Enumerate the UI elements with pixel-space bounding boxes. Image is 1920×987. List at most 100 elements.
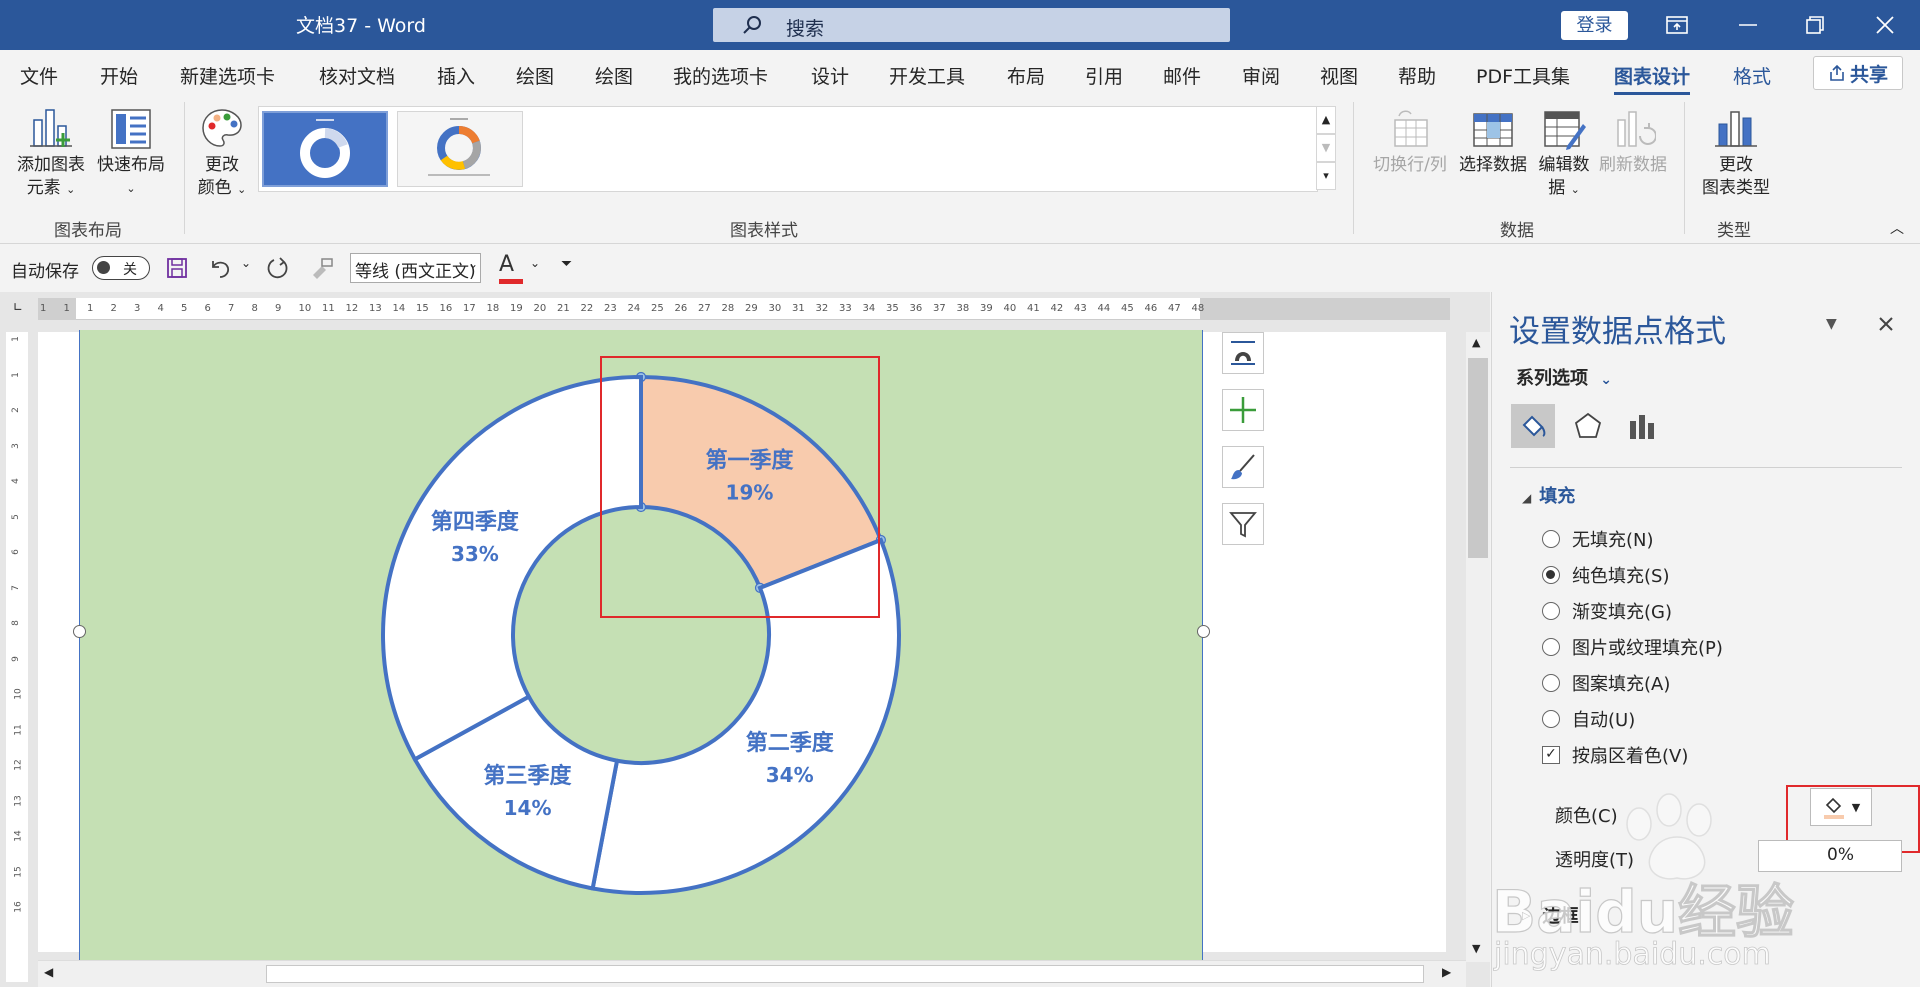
fill-option-gradient[interactable]: 渐变填充(G) bbox=[1542, 598, 1672, 624]
change-colors-button[interactable]: 更改 颜色 ⌄ bbox=[192, 106, 252, 201]
gallery-more-icon[interactable]: ▾ bbox=[1316, 162, 1336, 190]
pane-options-icon[interactable]: ▼ bbox=[1826, 316, 1837, 332]
fill-option-picture[interactable]: 图片或纹理填充(P) bbox=[1542, 634, 1723, 660]
radio-button[interactable] bbox=[1542, 530, 1560, 548]
change-chart-type-button[interactable]: 更改 图表类型 bbox=[1696, 106, 1776, 200]
gallery-scroll-up-icon[interactable]: ▲ bbox=[1316, 106, 1336, 134]
chart-resize-handle[interactable] bbox=[1197, 625, 1210, 638]
scroll-thumb[interactable] bbox=[1468, 358, 1488, 558]
tab-chart-design[interactable]: 图表设计 bbox=[1614, 62, 1691, 95]
share-button[interactable]: 共享 bbox=[1813, 56, 1903, 90]
series-options-dropdown[interactable]: 系列选项 ⌄ bbox=[1516, 364, 1612, 390]
ruler-tick: 16 bbox=[13, 901, 24, 913]
layout-options-button[interactable] bbox=[1222, 332, 1264, 374]
chevron-down-icon[interactable]: ⌄ bbox=[530, 256, 540, 270]
tab-mailings[interactable]: 邮件 bbox=[1163, 62, 1201, 89]
tab-review-doc[interactable]: 核对文档 bbox=[319, 62, 395, 89]
login-button[interactable]: 登录 bbox=[1561, 11, 1628, 40]
chevron-down-icon[interactable]: ⌄ bbox=[241, 256, 251, 270]
tab-pdf-tools[interactable]: PDF工具集 bbox=[1476, 62, 1570, 89]
close-icon[interactable] bbox=[1857, 0, 1913, 50]
fill-option-solid[interactable]: 纯色填充(S) bbox=[1542, 562, 1669, 588]
ruler-tick: 21 bbox=[557, 303, 570, 314]
checkbox[interactable]: ✓ bbox=[1542, 746, 1560, 764]
chart-area[interactable]: 第一季度 19% 第二季度 34% 第三季度 14% 第四季度 33% bbox=[73, 330, 1210, 960]
chart-style-1[interactable] bbox=[262, 111, 388, 187]
tab-format[interactable]: 格式 bbox=[1733, 62, 1771, 89]
select-data-button[interactable]: 选择数据 bbox=[1455, 106, 1531, 177]
ruler-tick: 2 bbox=[10, 407, 21, 413]
minimize-icon[interactable] bbox=[1720, 0, 1776, 50]
save-icon[interactable] bbox=[166, 257, 188, 279]
data-label-category[interactable]: 第二季度 bbox=[746, 730, 835, 756]
fill-option-label: 渐变填充(G) bbox=[1572, 602, 1672, 623]
tab-insert[interactable]: 插入 bbox=[437, 62, 475, 89]
tab-my-tab[interactable]: 我的选项卡 bbox=[673, 62, 768, 89]
tab-selector-icon[interactable]: ∟ bbox=[6, 300, 30, 322]
chart-filters-button[interactable] bbox=[1222, 503, 1264, 545]
vertical-scrollbar[interactable]: ▲ ▼ bbox=[1466, 332, 1490, 962]
scroll-thumb[interactable] bbox=[266, 965, 1424, 983]
tab-references[interactable]: 引用 bbox=[1085, 62, 1123, 89]
radio-button[interactable] bbox=[1542, 602, 1560, 620]
undo-icon[interactable] bbox=[209, 257, 233, 279]
format-painter-icon[interactable] bbox=[310, 257, 334, 279]
tab-home[interactable]: 开始 bbox=[100, 62, 138, 89]
search-box[interactable]: 搜索 bbox=[713, 8, 1230, 42]
chart-style-2[interactable] bbox=[397, 111, 523, 187]
chevron-down-icon[interactable]: ⌄ bbox=[468, 257, 478, 271]
switch-row-column-button[interactable]: 切换行/列 bbox=[1366, 106, 1454, 177]
tab-file[interactable]: 文件 bbox=[20, 62, 58, 89]
refresh-data-button[interactable]: 刷新数据 bbox=[1595, 106, 1671, 177]
close-pane-icon[interactable] bbox=[1878, 316, 1894, 332]
scroll-up-icon[interactable]: ▲ bbox=[1472, 336, 1480, 349]
data-label-value[interactable]: 14% bbox=[504, 796, 552, 820]
radio-button[interactable] bbox=[1542, 566, 1560, 584]
scroll-down-icon[interactable]: ▼ bbox=[1472, 942, 1480, 955]
collapse-ribbon-icon[interactable]: ︿ bbox=[1890, 218, 1904, 238]
chart-styles-button[interactable] bbox=[1222, 446, 1264, 488]
radio-button[interactable] bbox=[1542, 674, 1560, 692]
tab-design[interactable]: 设计 bbox=[811, 62, 849, 89]
customize-toolbar-icon[interactable]: ⏷ bbox=[561, 256, 572, 272]
quick-layout-button[interactable]: 快速布局 ⌄ bbox=[93, 106, 169, 200]
radio-button[interactable] bbox=[1542, 710, 1560, 728]
scroll-right-icon[interactable]: ▶ bbox=[1442, 965, 1451, 979]
font-name-field[interactable]: 等线 (西文正文) bbox=[350, 253, 481, 283]
data-label-value[interactable]: 33% bbox=[451, 542, 499, 566]
tab-draw-2[interactable]: 绘图 bbox=[595, 62, 633, 89]
vary-colors-checkbox[interactable]: ✓ 按扇区着色(V) bbox=[1542, 742, 1688, 768]
gallery-scroll-down-icon[interactable]: ▼ bbox=[1316, 134, 1336, 162]
data-label-value[interactable]: 34% bbox=[766, 763, 814, 787]
autosave-toggle[interactable]: 关 bbox=[92, 256, 150, 280]
effects-tab[interactable] bbox=[1566, 404, 1610, 448]
font-color-button[interactable]: A bbox=[499, 252, 523, 284]
redo-icon[interactable] bbox=[266, 256, 290, 280]
restore-icon[interactable] bbox=[1787, 0, 1843, 50]
data-label-category[interactable]: 第三季度 bbox=[484, 763, 573, 789]
fill-line-tab[interactable] bbox=[1511, 404, 1555, 448]
vertical-ruler[interactable]: 1 1 2 3 4 5 6 7 8 9 10 11 12 13 14 15 16 bbox=[6, 332, 28, 982]
fill-option-auto[interactable]: 自动(U) bbox=[1542, 706, 1635, 732]
chart-elements-button[interactable] bbox=[1222, 389, 1264, 431]
tab-developer[interactable]: 开发工具 bbox=[889, 62, 965, 89]
series-options-tab[interactable] bbox=[1620, 404, 1664, 448]
fill-option-none[interactable]: 无填充(N) bbox=[1542, 526, 1654, 552]
ribbon-display-options-icon[interactable] bbox=[1649, 0, 1705, 50]
horizontal-scrollbar[interactable]: ◀ ▶ bbox=[38, 960, 1466, 987]
fill-section-header[interactable]: ◢ 填充 bbox=[1522, 482, 1575, 508]
radio-button[interactable] bbox=[1542, 638, 1560, 656]
data-label-category[interactable]: 第四季度 bbox=[431, 509, 520, 535]
fill-option-pattern[interactable]: 图案填充(A) bbox=[1542, 670, 1670, 696]
tab-help[interactable]: 帮助 bbox=[1398, 62, 1436, 89]
tab-review[interactable]: 审阅 bbox=[1242, 62, 1280, 89]
scroll-left-icon[interactable]: ◀ bbox=[44, 965, 53, 979]
edit-data-button[interactable]: 编辑数 据 ⌄ bbox=[1534, 106, 1594, 201]
chart-resize-handle[interactable] bbox=[73, 625, 86, 638]
tab-draw-1[interactable]: 绘图 bbox=[516, 62, 554, 89]
tab-layout[interactable]: 布局 bbox=[1007, 62, 1045, 89]
horizontal-ruler[interactable]: 1 1 1 2 3 4 5 6 7 8 9 10 11 12 13 14 15 16 17 18 19 20 21 22 23 2… bbox=[38, 298, 1450, 320]
add-chart-element-button[interactable]: 添加图表 元素 ⌄ bbox=[12, 106, 90, 201]
tab-view[interactable]: 视图 bbox=[1320, 62, 1358, 89]
tab-new[interactable]: 新建选项卡 bbox=[180, 62, 275, 89]
